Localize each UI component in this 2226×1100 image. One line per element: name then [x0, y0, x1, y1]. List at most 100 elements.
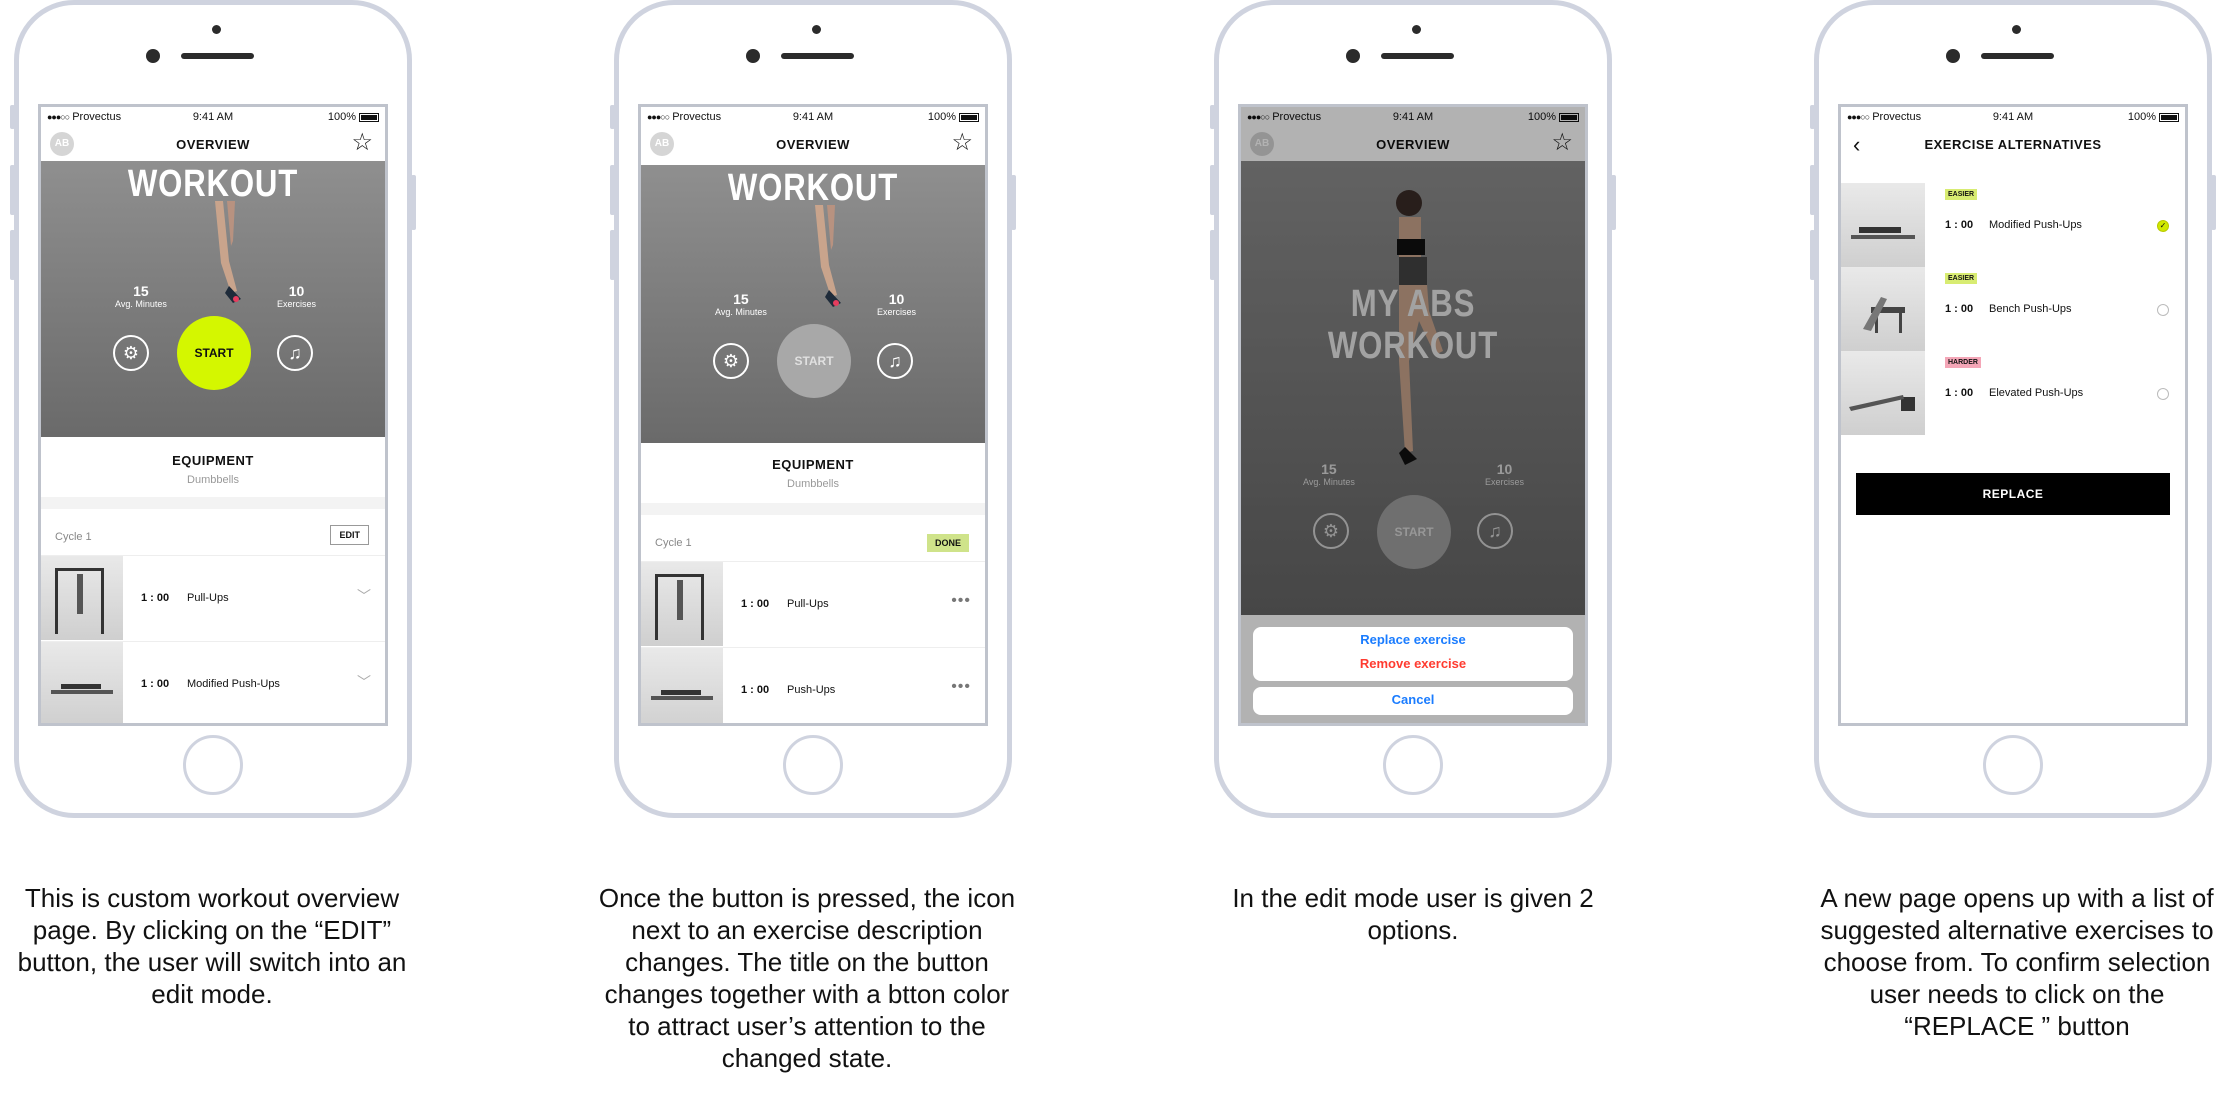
done-button[interactable]: DONE	[926, 534, 969, 552]
screen-alternatives: ●●●○○ Provectus 9:41 AM 100% ‹ EXERCISE …	[1838, 104, 2188, 726]
volume-down	[1210, 230, 1215, 280]
chevron-down-icon[interactable]: ﹀	[357, 672, 371, 692]
volume-up	[1810, 165, 1815, 215]
screen-action-sheet: ●●●○○ Provectus 9:41 AM 100% AB OVERVIEW…	[1238, 104, 1588, 726]
power-button	[411, 175, 416, 230]
cycle-label: Cycle 1	[55, 531, 92, 543]
home-button[interactable]	[1383, 735, 1443, 795]
settings-icon[interactable]: ⚙	[113, 335, 149, 371]
workout-title: WORKOUT	[727, 167, 899, 209]
clock: 9:41 AM	[1992, 111, 2034, 123]
radio-unselected-icon[interactable]	[2157, 388, 2169, 400]
nav-bar: AB OVERVIEW ☆	[41, 127, 385, 161]
exercise-duration: 1 : 00	[141, 592, 170, 604]
exercise-row[interactable]: 1 : 00 Pull-Ups •••	[641, 561, 985, 646]
alternative-row[interactable]: HARDER 1 : 00 Elevated Push-Ups	[1841, 351, 2185, 435]
exercises-value: 10	[288, 283, 305, 299]
section-divider	[641, 503, 985, 515]
replace-button[interactable]: REPLACE	[1856, 473, 2170, 515]
radio-unselected-icon[interactable]	[2157, 304, 2169, 316]
camera	[146, 49, 160, 63]
exercise-name: Push-Ups	[787, 684, 836, 696]
page-title: EXERCISE ALTERNATIVES	[1924, 137, 2102, 152]
exercises-stat: 10 Exercises	[277, 283, 316, 309]
minutes-value: 15	[733, 291, 749, 307]
alternative-row[interactable]: EASIER 1 : 00 Bench Push-Ups	[1841, 267, 2185, 351]
start-button[interactable]: START	[177, 316, 251, 390]
status-bar: ●●●○○ Provectus 9:41 AM 100%	[641, 107, 985, 127]
phone-frame-4: ●●●○○ Provectus 9:41 AM 100% ‹ EXERCISE …	[1810, 0, 2216, 818]
equipment-value: Dumbbells	[787, 478, 839, 490]
music-icon[interactable]: ♫	[877, 343, 913, 379]
equipment-title: EQUIPMENT	[172, 453, 254, 468]
clock: 9:41 AM	[792, 111, 834, 123]
status-bar: ●●●○○ Provectus 9:41 AM 100%	[41, 107, 385, 127]
more-options-icon[interactable]: •••	[951, 592, 971, 610]
caption-1: This is custom workout overview page. By…	[17, 883, 407, 1009]
caption-3: In the edit mode user is given 2 options…	[1232, 883, 1594, 945]
exercise-duration: 1 : 00	[741, 684, 770, 696]
exercise-row[interactable]: 1 : 00 Push-Ups •••	[641, 647, 985, 723]
action-sheet: Replace exercise Remove exercise	[1253, 627, 1573, 681]
camera	[1346, 49, 1360, 63]
page-title: OVERVIEW	[776, 137, 850, 152]
minutes-label: Avg. Minutes	[115, 299, 167, 309]
star-icon[interactable]: ☆	[351, 131, 373, 155]
sensor-dot	[212, 25, 221, 34]
edit-button[interactable]: EDIT	[330, 525, 369, 545]
equipment-section: EQUIPMENT Dumbbells	[641, 457, 985, 490]
caption-4: A new page opens up with a list of sugge…	[1820, 883, 2214, 1041]
selected-check-icon[interactable]: ✓	[2157, 220, 2169, 232]
star-icon[interactable]: ☆	[951, 131, 973, 155]
minutes-value: 15	[133, 283, 149, 299]
replace-exercise-option[interactable]: Replace exercise	[1253, 627, 1573, 653]
equipment-title: EQUIPMENT	[772, 457, 854, 472]
exercise-name: Bench Push-Ups	[1989, 303, 2072, 315]
volume-up	[10, 165, 15, 215]
volume-down	[10, 230, 15, 280]
exercise-thumbnail	[641, 562, 723, 646]
exercise-thumbnail	[41, 642, 123, 723]
equipment-value: Dumbbells	[187, 474, 239, 486]
home-button[interactable]	[1983, 735, 2043, 795]
exercise-row[interactable]: 1 : 00 Pull-Ups ﹀	[41, 555, 385, 640]
alternative-row[interactable]: EASIER 1 : 00 Modified Push-Ups ✓	[1841, 183, 2185, 267]
music-icon[interactable]: ♫	[277, 335, 313, 371]
athlete-image	[815, 205, 841, 307]
workout-hero: WORKOUT 15 Avg. Minutes 10 Exercises ⚙ STA…	[641, 165, 985, 443]
exercise-name: Pull-Ups	[187, 592, 229, 604]
minutes-label: Avg. Minutes	[715, 307, 767, 317]
start-button[interactable]: START	[777, 324, 851, 398]
equipment-section: EQUIPMENT Dumbbells	[41, 453, 385, 486]
volume-up	[610, 165, 615, 215]
section-divider	[41, 497, 385, 509]
exercises-stat: 10 Exercises	[877, 291, 916, 317]
mute-switch	[10, 105, 15, 129]
exercise-name: Elevated Push-Ups	[1989, 387, 2084, 399]
chevron-down-icon[interactable]: ﹀	[357, 586, 371, 606]
phone-frame-2: ●●●○○ Provectus 9:41 AM 100% AB OVERVIEW…	[610, 0, 1016, 818]
home-button[interactable]	[783, 735, 843, 795]
sensor-dot	[812, 25, 821, 34]
athlete-image	[215, 201, 241, 303]
remove-exercise-option[interactable]: Remove exercise	[1253, 651, 1573, 677]
screen-overview: ●●●○○ Provectus 9:41 AM 100% AB OVERVIEW…	[38, 104, 388, 726]
cancel-button[interactable]: Cancel	[1253, 687, 1573, 713]
exercise-duration: 1 : 00	[1945, 303, 1974, 315]
exercise-duration: 1 : 00	[141, 678, 170, 690]
exercise-row[interactable]: 1 : 00 Modified Push-Ups ﹀	[41, 641, 385, 723]
settings-icon[interactable]: ⚙	[713, 343, 749, 379]
exercise-thumbnail	[1841, 183, 1925, 267]
sensor-dot	[1412, 25, 1421, 34]
mute-switch	[610, 105, 615, 129]
caption-2: Once the button is pressed, the icon nex…	[598, 883, 1016, 1073]
home-button[interactable]	[183, 735, 243, 795]
speaker	[1981, 53, 2054, 59]
more-options-icon[interactable]: •••	[951, 678, 971, 696]
power-button	[1011, 175, 1016, 230]
exercise-duration: 1 : 00	[1945, 387, 1974, 399]
exercises-value: 10	[888, 291, 905, 307]
exercises-label: Exercises	[277, 299, 317, 309]
minutes-stat: 15 Avg. Minutes	[115, 283, 167, 309]
exercise-duration: 1 : 00	[1945, 219, 1974, 231]
